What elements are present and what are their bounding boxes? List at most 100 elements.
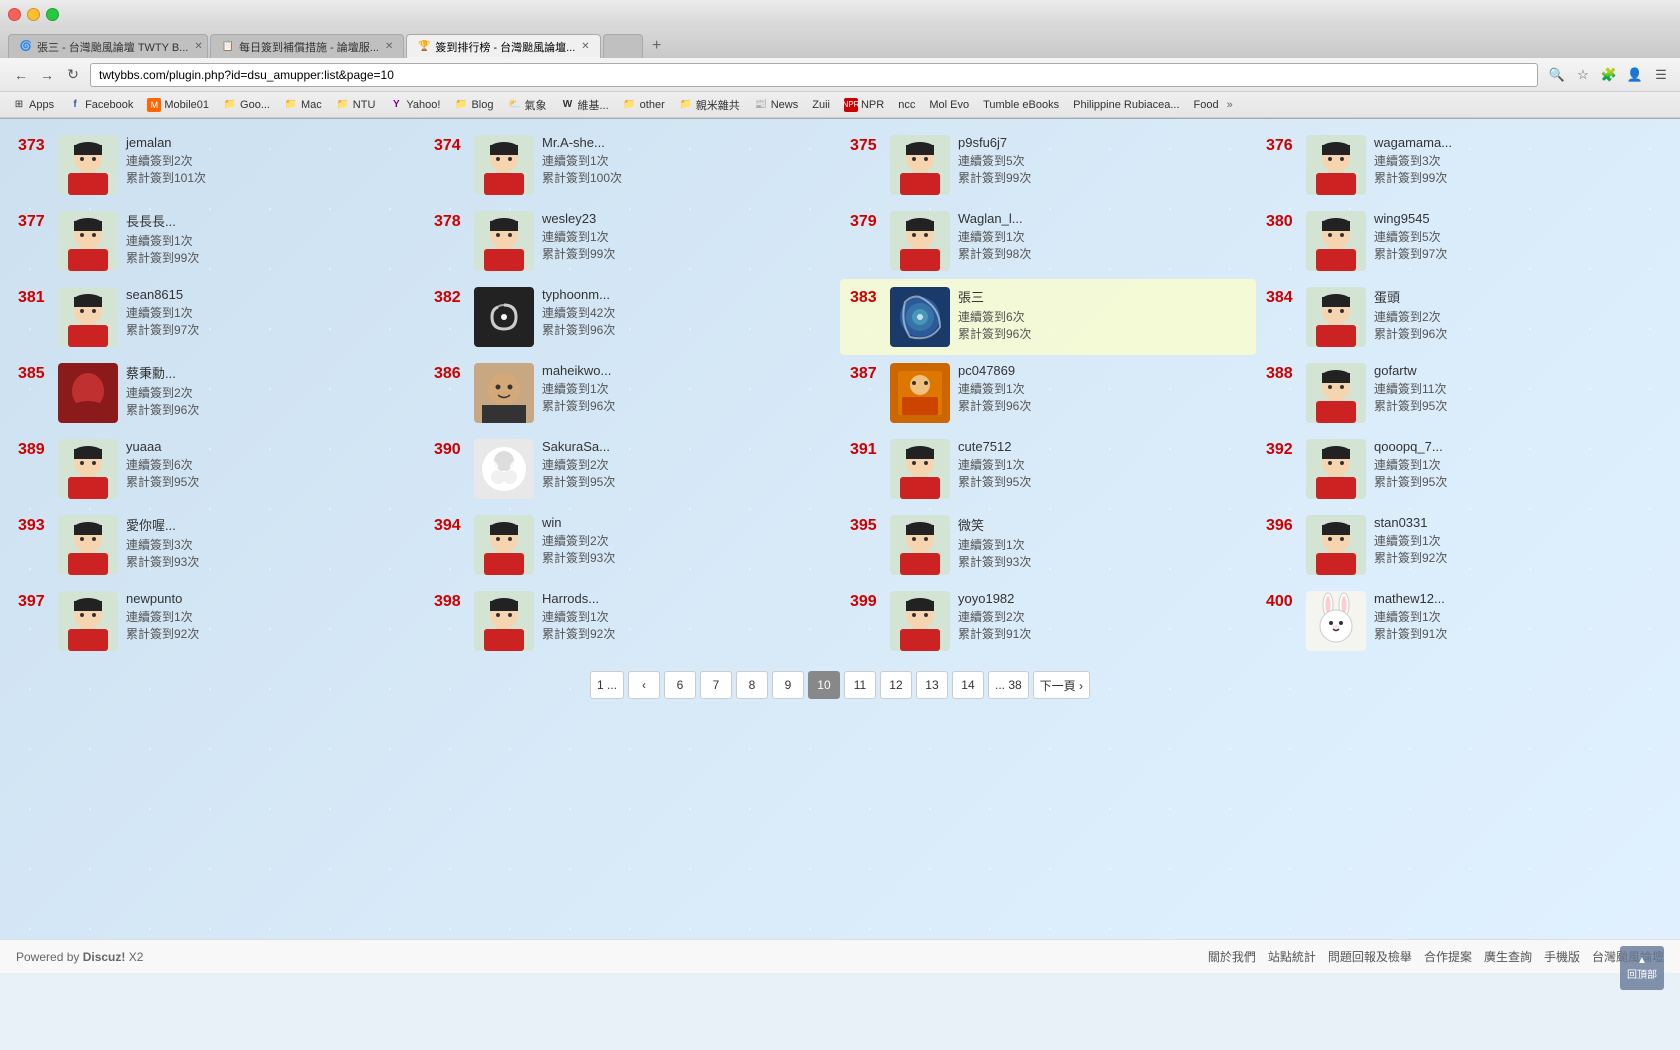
rank-item-399[interactable]: 399 yoyo1982 連續簽到2次 累計簽到91次 [840, 583, 1256, 659]
rank-item-374[interactable]: 374 Mr.A-she... 連續簽到1次 累計簽到100次 [424, 127, 840, 203]
new-tab-button[interactable]: + [645, 34, 669, 58]
bookmark-mobile01[interactable]: M Mobile01 [141, 96, 215, 114]
rank-item-376[interactable]: 376 wagamama... 連續簽到3次 累計簽到99次 [1256, 127, 1672, 203]
star-icon[interactable]: ☆ [1572, 64, 1594, 86]
rank-name[interactable]: pc047869 [958, 363, 1246, 378]
address-bar[interactable] [90, 63, 1538, 87]
footer-cooperate[interactable]: 合作提案 [1424, 948, 1472, 965]
tab-2-close[interactable]: ✕ [385, 41, 393, 52]
bookmark-tumble[interactable]: Tumble eBooks [977, 97, 1065, 113]
rank-item-388[interactable]: 388 gofartw 連續簽到11次 累計簽到95次 [1256, 355, 1672, 431]
back-button[interactable]: ← [8, 62, 34, 88]
rank-item-379[interactable]: 379 Waglan_l... 連續簽到1次 累計簽到98次 [840, 203, 1256, 279]
rank-item-392[interactable]: 392 qooopq_7... 連續簽到1次 累計簽到95次 [1256, 431, 1672, 507]
tab-3[interactable]: 🏆 簽到排行榜 - 台灣颱風論壇... ✕ [406, 34, 600, 58]
bookmark-wiki[interactable]: W 維基... [554, 95, 614, 115]
rank-item-378[interactable]: 378 wesley23 連續簽到1次 累計簽到99次 [424, 203, 840, 279]
page-btn-6[interactable]: 6 [664, 671, 696, 699]
tab-1-close[interactable]: ✕ [194, 41, 202, 52]
footer-about[interactable]: 關於我們 [1208, 948, 1256, 965]
close-button[interactable] [8, 8, 21, 21]
rank-name[interactable]: newpunto [126, 591, 414, 606]
tab-1[interactable]: 🌀 張三 - 台灣颱風論壇 TWTY B... ✕ [8, 34, 208, 58]
rank-name[interactable]: 張三 [958, 287, 1246, 306]
bookmark-apps[interactable]: ⊞ Apps [6, 96, 60, 114]
page-btn-‹[interactable]: ‹ [628, 671, 660, 699]
search-icon[interactable]: 🔍 [1546, 64, 1568, 86]
rank-name[interactable]: cute7512 [958, 439, 1246, 454]
back-to-top-button[interactable]: ▲ 回頂部 [1620, 946, 1664, 990]
user-icon[interactable]: 👤 [1624, 64, 1646, 86]
rank-name[interactable]: 長長長... [126, 211, 414, 230]
bookmark-npr[interactable]: NPR NPR [838, 96, 890, 114]
bookmark-zuii[interactable]: Zuii [806, 97, 836, 113]
bookmark-yahoo[interactable]: Y Yahoo! [383, 96, 446, 114]
page-btn-11[interactable]: 11 [844, 671, 876, 699]
footer-report[interactable]: 問題回報及檢舉 [1328, 948, 1412, 965]
maximize-button[interactable] [46, 8, 59, 21]
rank-name[interactable]: SakuraSa... [542, 439, 830, 454]
rank-name[interactable]: wagamama... [1374, 135, 1662, 150]
page-btn-8[interactable]: 8 [736, 671, 768, 699]
rank-name[interactable]: wesley23 [542, 211, 830, 226]
extension-icon[interactable]: 🧩 [1598, 64, 1620, 86]
bookmark-blog[interactable]: 📁 Blog [448, 96, 499, 114]
rank-name[interactable]: yoyo1982 [958, 591, 1246, 606]
rank-name[interactable]: stan0331 [1374, 515, 1662, 530]
page-btn-1...[interactable]: 1 ... [590, 671, 624, 699]
bookmark-weather[interactable]: ⛅ 氣象 [501, 95, 552, 115]
rank-item-390[interactable]: 390 SakuraSa... 連續簽到2次 累計簽到95次 [424, 431, 840, 507]
rank-name[interactable]: 蔡秉勳... [126, 363, 414, 382]
tab-2[interactable]: 📋 每日簽到補償措施 - 論壇服... ✕ [210, 34, 404, 58]
tab-3-close[interactable]: ✕ [581, 41, 589, 52]
bookmark-goo[interactable]: 📁 Goo... [217, 96, 276, 114]
bookmark-philippine[interactable]: Philippine Rubiacea... [1067, 97, 1185, 113]
rank-name[interactable]: Waglan_l... [958, 211, 1246, 226]
menu-icon[interactable]: ☰ [1650, 64, 1672, 86]
rank-item-398[interactable]: 398 Harrods... 連續簽到1次 累計簽到92次 [424, 583, 840, 659]
rank-item-386[interactable]: 386 maheikwo... 連續簽到1次 累計簽到96次 [424, 355, 840, 431]
page-btn-9[interactable]: 9 [772, 671, 804, 699]
bookmark-food[interactable]: Food [1188, 97, 1225, 113]
rank-item-384[interactable]: 384 蛋頭 連續簽到2次 累計簽到96次 [1256, 279, 1672, 355]
rank-item-381[interactable]: 381 sean8615 連續簽到1次 累計簽到97次 [8, 279, 424, 355]
footer-mobile[interactable]: 手機版 [1544, 948, 1580, 965]
bookmark-ntu[interactable]: 📁 NTU [330, 96, 382, 114]
bookmark-qinmi[interactable]: 📁 親米雜共 [673, 95, 746, 115]
rank-name[interactable]: gofartw [1374, 363, 1662, 378]
page-btn-14[interactable]: 14 [952, 671, 984, 699]
footer-ads[interactable]: 廣生查詢 [1484, 948, 1532, 965]
rank-item-393[interactable]: 393 愛你喔... 連續簽到3次 累計簽到93次 [8, 507, 424, 583]
rank-name[interactable]: mathew12... [1374, 591, 1662, 606]
page-btn-7[interactable]: 7 [700, 671, 732, 699]
page-btn-12[interactable]: 12 [880, 671, 912, 699]
rank-name[interactable]: p9sfu6j7 [958, 135, 1246, 150]
page-btn-下一頁›[interactable]: 下一頁 › [1033, 671, 1090, 699]
rank-item-400[interactable]: 400 mathew12... 連續簽到1次 累計簽到91次 [1256, 583, 1672, 659]
rank-name[interactable]: 蛋頭 [1374, 287, 1662, 306]
rank-name[interactable]: 愛你喔... [126, 515, 414, 534]
rank-item-387[interactable]: 387 pc047869 連續簽到1次 累計簽到96次 [840, 355, 1256, 431]
rank-item-385[interactable]: 385 蔡秉勳... 連續簽到2次 累計簽到96次 [8, 355, 424, 431]
bookmark-other[interactable]: 📁 other [617, 96, 671, 114]
bookmark-molevo[interactable]: Mol Evo [923, 97, 975, 113]
forward-button[interactable]: → [34, 62, 60, 88]
page-btn-...38[interactable]: ... 38 [988, 671, 1029, 699]
rank-item-382[interactable]: 382 typhoonm... 連續簽到42次 累計簽到96次 [424, 279, 840, 355]
rank-name[interactable]: Mr.A-she... [542, 135, 830, 150]
rank-item-394[interactable]: 394 win 連續簽到2次 累計簽到93次 [424, 507, 840, 583]
rank-item-375[interactable]: 375 p9sfu6j7 連續簽到5次 累計簽到99次 [840, 127, 1256, 203]
rank-item-380[interactable]: 380 wing9545 連續簽到5次 累計簽到97次 [1256, 203, 1672, 279]
rank-name[interactable]: Harrods... [542, 591, 830, 606]
page-btn-10[interactable]: 10 [808, 671, 840, 699]
rank-name[interactable]: sean8615 [126, 287, 414, 302]
rank-item-395[interactable]: 395 微笑 連續簽到1次 累計簽到93次 [840, 507, 1256, 583]
footer-stats[interactable]: 站點統計 [1268, 948, 1316, 965]
rank-name[interactable]: 微笑 [958, 515, 1246, 534]
rank-item-396[interactable]: 396 stan0331 連續簽到1次 累計簽到92次 [1256, 507, 1672, 583]
rank-item-391[interactable]: 391 cute7512 連續簽到1次 累計簽到95次 [840, 431, 1256, 507]
rank-item-397[interactable]: 397 newpunto 連續簽到1次 累計簽到92次 [8, 583, 424, 659]
bookmark-facebook[interactable]: f Facebook [62, 96, 139, 114]
page-btn-13[interactable]: 13 [916, 671, 948, 699]
rank-item-383[interactable]: 383 張三 連續簽到6次 累計簽到96次 [840, 279, 1256, 355]
